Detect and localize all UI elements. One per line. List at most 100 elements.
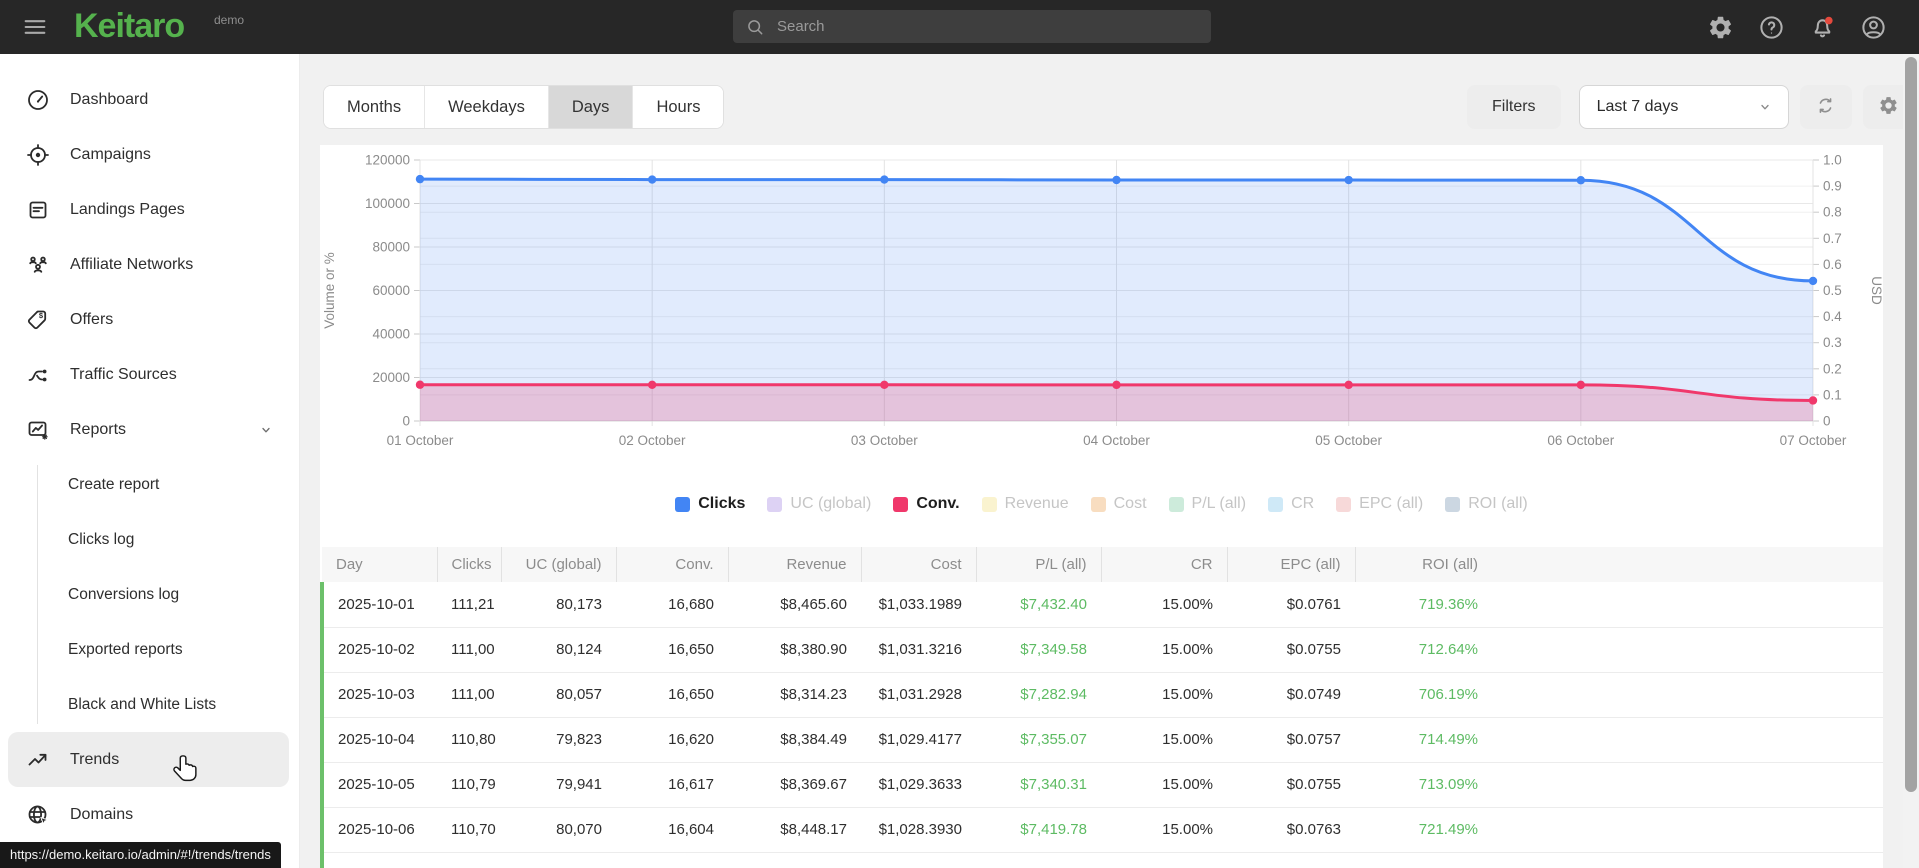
col-header-cost[interactable]: Cost — [860, 547, 976, 582]
col-header-epc-all-[interactable]: EPC (all) — [1226, 547, 1355, 582]
legend-item-revenue[interactable]: Revenue — [981, 495, 1069, 513]
cell-day: 2025-10-07 — [320, 852, 437, 868]
sidebar-subitem-clicks-log[interactable]: Clicks log — [0, 512, 299, 567]
col-header-p-l-all-[interactable]: P/L (all) — [975, 547, 1101, 582]
svg-text:1.0: 1.0 — [1823, 153, 1842, 168]
legend-item-p-l-all-[interactable]: P/L (all) — [1168, 495, 1246, 513]
trends-chart: 0 0.1 0.2 0.3 0.4 0.5 0.6 0.7 0.8 0.9 1.0 0 20000 400… — [320, 145, 1883, 477]
cell-roi-all-: 713.09% — [1355, 762, 1492, 808]
cell-clicks: 110,70 — [437, 807, 501, 853]
sidebar-subitem-create-report[interactable]: Create report — [0, 457, 299, 512]
cell-revenue: $8,369.67 — [728, 762, 861, 808]
account-icon[interactable] — [1860, 14, 1887, 41]
legend-item-conv-[interactable]: Conv. — [893, 495, 960, 513]
legend-swatch — [1445, 496, 1461, 512]
cell-cr: 15.00% — [1101, 852, 1227, 868]
cell-clicks: 111,00 — [437, 627, 501, 673]
cell-clicks: 110,79 — [437, 762, 501, 808]
legend-swatch — [767, 496, 783, 512]
search-box[interactable] — [733, 10, 1211, 43]
svg-text:02 October: 02 October — [619, 433, 686, 448]
col-header-conv-[interactable]: Conv. — [615, 547, 728, 582]
sidebar-item-affiliate-networks[interactable]: Affiliate Networks — [0, 237, 299, 292]
cell-cr: 15.00% — [1101, 717, 1227, 763]
settings-icon[interactable] — [1707, 14, 1734, 41]
landings-icon — [26, 198, 50, 222]
legend-label: Cost — [1113, 495, 1147, 512]
cell-roi-all-: 706.19% — [1355, 672, 1492, 718]
col-header-day[interactable]: Day — [322, 547, 437, 582]
help-icon[interactable] — [1758, 14, 1785, 41]
scrollbar[interactable] — [1903, 54, 1919, 868]
sidebar-item-traffic-sources[interactable]: Traffic Sources — [0, 347, 299, 402]
notification-badge — [1824, 16, 1833, 25]
cell-roi-all-: 703.73% — [1355, 852, 1492, 868]
cell-revenue: $4,399.84 — [728, 852, 861, 868]
cell-uc-global-: 80,057 — [501, 672, 616, 718]
svg-text:20000: 20000 — [372, 370, 410, 385]
table-row: 2025-10-01 111,21 80,173 16,680 $8,465.60 $1,… — [320, 582, 1883, 628]
menu-icon[interactable] — [20, 13, 50, 41]
cell-epc-all-: $0.0757 — [1227, 717, 1355, 763]
cell-filler — [1492, 627, 1883, 673]
svg-text:04 October: 04 October — [1083, 433, 1150, 448]
sidebar-item-offers[interactable]: $ Offers — [0, 292, 299, 347]
sidebar-item-trends[interactable]: Trends — [8, 732, 289, 787]
campaigns-icon — [26, 143, 50, 167]
tab-weekdays[interactable]: Weekdays — [424, 86, 548, 128]
cell-day: 2025-10-04 — [320, 717, 437, 763]
cell-cr: 15.00% — [1101, 672, 1227, 718]
legend-item-clicks[interactable]: Clicks — [675, 495, 745, 513]
cell-uc-global-: 79,941 — [501, 762, 616, 808]
status-url: https://demo.keitaro.io/admin/#!/trends/… — [0, 842, 281, 868]
sidebar-item-reports[interactable]: Reports — [0, 402, 299, 457]
scrollbar-thumb[interactable] — [1905, 57, 1917, 792]
cell-filler — [1492, 582, 1883, 628]
date-range-value: Last 7 days — [1596, 98, 1679, 115]
search-input[interactable] — [777, 18, 1199, 35]
tab-months[interactable]: Months — [324, 86, 425, 128]
notifications-icon[interactable] — [1809, 14, 1836, 41]
chevron-down-icon — [1756, 98, 1774, 116]
sidebar-item-campaigns[interactable]: Campaigns — [0, 127, 299, 182]
domains-icon — [26, 803, 50, 827]
legend-item-epc-all-[interactable]: EPC (all) — [1336, 495, 1423, 513]
cell-epc-all-: $0.0746 — [1227, 852, 1355, 868]
sidebar-subitem-exported-reports[interactable]: Exported reports — [0, 622, 299, 677]
svg-text:0: 0 — [1823, 414, 1831, 429]
sidebar-subitem-conversions-log[interactable]: Conversions log — [0, 567, 299, 622]
refresh-button[interactable] — [1799, 85, 1852, 129]
col-header-revenue[interactable]: Revenue — [727, 547, 861, 582]
tab-hours[interactable]: Hours — [632, 86, 724, 128]
sidebar-item-domains[interactable]: Domains — [0, 787, 299, 842]
cell-p-l-all-: $7,340.31 — [976, 762, 1101, 808]
chart-svg: 0 0.1 0.2 0.3 0.4 0.5 0.6 0.7 0.8 0.9 1.0 0 20000 400… — [322, 153, 1883, 449]
chevron-down-icon — [257, 421, 275, 439]
sidebar: Dashboard Campaigns Landings Pages Affiliat… — [0, 54, 300, 868]
date-range-dropdown[interactable]: Last 7 days — [1578, 85, 1789, 129]
legend-label: CR — [1291, 495, 1315, 512]
col-header-uc-global-[interactable]: UC (global) — [500, 547, 616, 582]
filters-button[interactable]: Filters — [1467, 85, 1561, 129]
table-row: 2025-10-03 111,00 80,057 16,650 $8,314.23 $1,… — [320, 672, 1883, 718]
svg-text:0: 0 — [402, 414, 410, 429]
period-tabs: Months Weekdays Days Hours — [323, 85, 725, 129]
sidebar-item-dashboard[interactable]: Dashboard — [0, 72, 299, 127]
legend-item-roi-all-[interactable]: ROI (all) — [1445, 495, 1528, 513]
cell-roi-all-: 719.36% — [1355, 582, 1492, 628]
sidebar-item-landings-pages[interactable]: Landings Pages — [0, 182, 299, 237]
legend-item-cr[interactable]: CR — [1268, 495, 1314, 513]
sidebar-subitem-black-and-white-lists[interactable]: Black and White Lists — [0, 677, 299, 732]
legend-item-cost[interactable]: Cost — [1090, 495, 1147, 513]
cell-clicks: 111,00 — [437, 672, 501, 718]
tab-days[interactable]: Days — [547, 86, 633, 128]
col-header-roi-all-[interactable]: ROI (all) — [1354, 547, 1492, 582]
app-logo[interactable]: Keitaro — [74, 7, 185, 46]
col-header-clicks[interactable]: Clicks — [436, 547, 501, 582]
cell-conv-: 16,620 — [616, 717, 728, 763]
legend-item-uc-global-[interactable]: UC (global) — [767, 495, 871, 513]
col-header-cr[interactable]: CR — [1100, 547, 1227, 582]
cell-conv-: 9,449 — [616, 852, 728, 868]
cell-day: 2025-10-01 — [320, 582, 437, 628]
cell-uc-global-: 80,070 — [501, 807, 616, 853]
